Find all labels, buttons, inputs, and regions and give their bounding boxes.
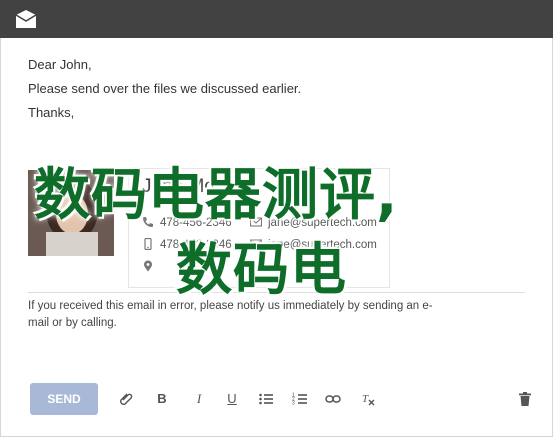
svg-text:T: T — [362, 393, 369, 405]
discard-button[interactable] — [515, 389, 535, 409]
signature-location-row — [142, 260, 160, 273]
send-button[interactable]: SEND — [30, 383, 98, 415]
watermark-overlay-line2: 数码电 — [176, 238, 347, 303]
link-icon — [325, 395, 341, 403]
window-titlebar — [0, 0, 553, 38]
numbered-list-button[interactable]: 1 2 3 — [290, 389, 310, 409]
underline-button[interactable]: U — [222, 389, 242, 409]
email-greeting[interactable]: Dear John, — [28, 57, 92, 72]
compose-mail-icon[interactable] — [14, 9, 38, 29]
location-pin-icon — [144, 260, 152, 272]
clear-format-icon: T — [362, 393, 375, 406]
svg-text:3: 3 — [292, 401, 295, 407]
mobile-icon — [144, 238, 152, 250]
email-closing[interactable]: Thanks, — [28, 105, 74, 120]
email-body-line[interactable]: Please send over the files we discussed … — [28, 81, 301, 96]
insert-link-button[interactable] — [323, 389, 343, 409]
attach-link-button[interactable] — [117, 389, 137, 409]
clear-format-button[interactable]: T — [358, 389, 378, 409]
bullet-list-button[interactable] — [256, 389, 276, 409]
italic-button[interactable]: I — [189, 389, 209, 409]
bold-button[interactable]: B — [152, 389, 172, 409]
attachment-icon — [120, 393, 133, 405]
numbered-list-icon: 1 2 3 — [292, 393, 307, 407]
trash-icon — [519, 392, 531, 406]
watermark-overlay-line1: 数码电器测评, — [34, 163, 399, 228]
bullet-list-icon — [259, 393, 273, 405]
